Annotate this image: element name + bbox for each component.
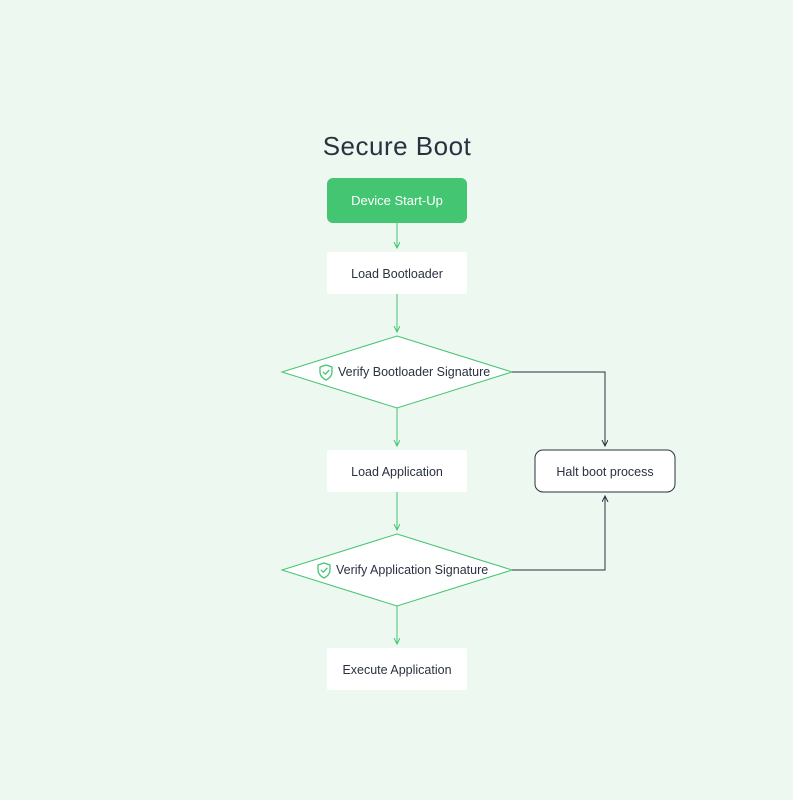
- node-load-application: Load Application: [327, 450, 467, 492]
- node-start: Device Start-Up: [327, 178, 467, 223]
- edge-verify2-to-halt: [512, 496, 605, 570]
- node-execute-label: Execute Application: [342, 663, 451, 677]
- node-halt-label: Halt boot process: [556, 465, 653, 479]
- node-start-label: Device Start-Up: [351, 193, 443, 208]
- node-verify-bootloader-label: Verify Bootloader Signature: [338, 365, 490, 379]
- secure-boot-diagram: Secure Boot Device Start-Up Load Bootloa…: [0, 0, 793, 800]
- edge-verify1-to-halt: [512, 372, 605, 446]
- node-load-application-label: Load Application: [351, 465, 443, 479]
- node-halt: Halt boot process: [535, 450, 675, 492]
- node-load-bootloader: Load Bootloader: [327, 252, 467, 294]
- node-verify-application: Verify Application Signature: [282, 534, 512, 606]
- node-load-bootloader-label: Load Bootloader: [351, 267, 443, 281]
- diagram-title: Secure Boot: [323, 131, 472, 161]
- node-verify-bootloader: Verify Bootloader Signature: [282, 336, 512, 408]
- node-verify-application-label: Verify Application Signature: [336, 563, 488, 577]
- node-execute: Execute Application: [327, 648, 467, 690]
